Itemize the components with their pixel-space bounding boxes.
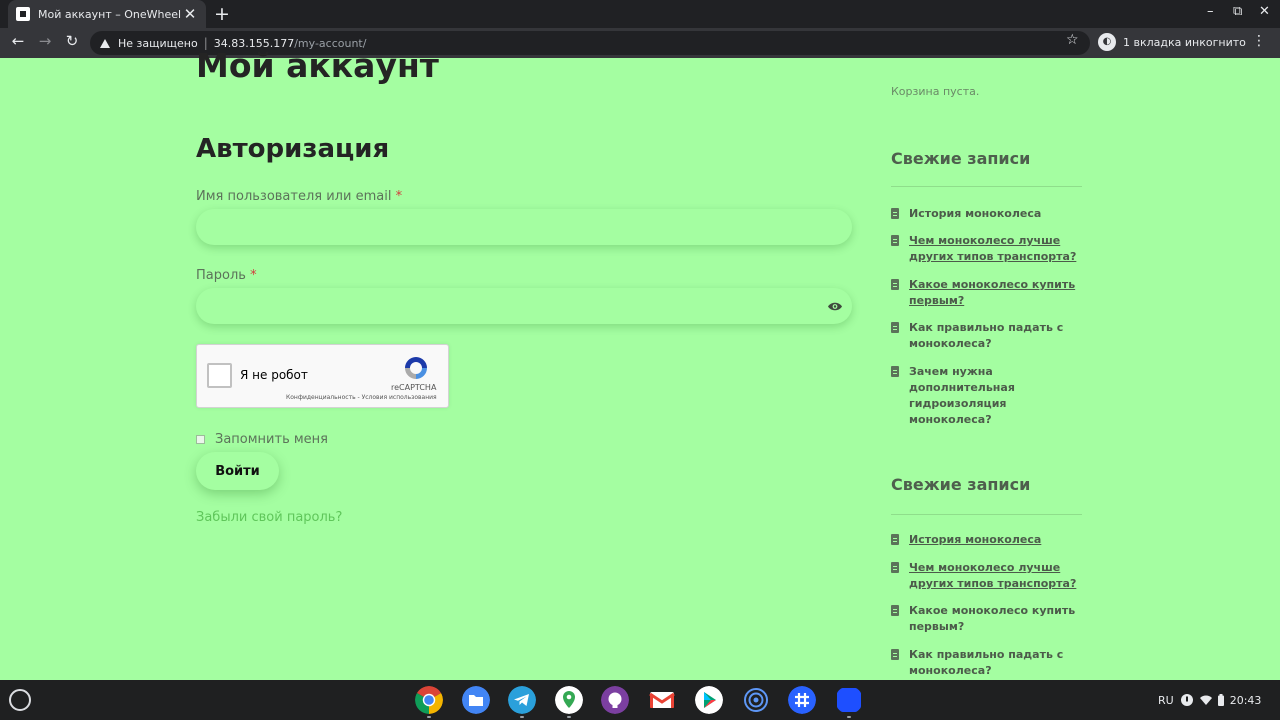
hashtag-app-icon[interactable]: [788, 686, 816, 714]
wifi-icon: [1199, 695, 1212, 705]
launcher-icon[interactable]: [9, 689, 31, 711]
gmail-icon[interactable]: [648, 686, 676, 714]
browser-titlebar: Мой аккаунт – OneWheel ✕ + – ⧉ ✕: [0, 0, 1280, 28]
incognito-label: 1 вкладка инкогнито: [1123, 35, 1246, 49]
post-document-icon: [891, 534, 899, 545]
post-document-icon: [891, 366, 899, 377]
maximize-icon[interactable]: ⧉: [1233, 4, 1242, 19]
tab-title: Мой аккаунт – OneWheel: [38, 7, 182, 21]
recent-post-link[interactable]: Какое моноколесо купить первым?: [909, 603, 1083, 635]
battery-icon: [1217, 694, 1224, 706]
running-indicator: [847, 716, 851, 718]
page-title: Мой аккаунт: [196, 46, 439, 85]
username-label: Имя пользователя или email *: [196, 189, 402, 204]
cart-empty-text: Корзина пуста.: [891, 85, 980, 98]
notification-icon: [1180, 694, 1193, 706]
recent-post-link[interactable]: Как правильно падать с моноколеса?: [909, 647, 1083, 679]
os-shelf: RU 20:43: [0, 680, 1280, 720]
login-button[interactable]: Войти: [196, 452, 279, 490]
recaptcha-label: Я не робот: [240, 368, 308, 382]
recent-post-link[interactable]: Чем моноколесо лучше других типов трансп…: [909, 560, 1083, 592]
recent-posts-title: Свежие записи: [891, 475, 1031, 494]
post-document-icon: [891, 235, 899, 246]
play-store-icon[interactable]: [695, 686, 723, 714]
chrome-icon[interactable]: [415, 686, 443, 714]
files-icon[interactable]: [462, 686, 490, 714]
username-input[interactable]: [196, 209, 852, 245]
incognito-icon: ◐: [1098, 33, 1116, 51]
recaptcha-terms[interactable]: Конфиденциальность - Условия использован…: [286, 394, 437, 401]
password-input[interactable]: [196, 288, 852, 324]
maps-icon[interactable]: [555, 686, 583, 714]
browser-toolbar: ← → ↻ Не защищено | 34.83.155.177 /my-ac…: [0, 28, 1280, 58]
tab-close-icon[interactable]: ✕: [182, 5, 198, 23]
password-label: Пароль *: [196, 268, 257, 283]
post-document-icon: [891, 649, 899, 660]
telegram-icon[interactable]: [508, 686, 536, 714]
widget-divider: [891, 514, 1082, 515]
not-secure-warning-icon: [100, 38, 110, 48]
username-label-text: Имя пользователя или email: [196, 189, 392, 204]
login-section-title: Авторизация: [196, 134, 390, 164]
recent-post-link[interactable]: Зачем нужна дополнительная гидроизоляция…: [909, 364, 1083, 428]
required-marker: *: [250, 268, 257, 283]
required-marker: *: [395, 189, 403, 204]
recaptcha-checkbox[interactable]: [207, 363, 232, 388]
recent-post-link[interactable]: История моноколеса: [909, 206, 1083, 222]
post-document-icon: [891, 605, 899, 616]
post-document-icon: [891, 562, 899, 573]
clock: 20:43: [1229, 693, 1262, 707]
post-document-icon: [891, 279, 899, 290]
show-password-eye-icon[interactable]: [827, 301, 843, 312]
minimize-icon[interactable]: –: [1207, 4, 1214, 19]
password-label-text: Пароль: [196, 268, 246, 283]
reload-icon[interactable]: ↻: [62, 32, 82, 50]
running-indicator: [427, 716, 431, 718]
recaptcha-logo-icon: [405, 357, 427, 379]
keyboard-language: RU: [1158, 693, 1174, 707]
browser-tab[interactable]: Мой аккаунт – OneWheel ✕: [8, 0, 206, 28]
recent-post-link[interactable]: Как правильно падать с моноколеса?: [909, 320, 1083, 352]
status-tray[interactable]: RU 20:43: [1152, 687, 1272, 713]
forgot-password-link[interactable]: Забыли свой пароль?: [196, 510, 342, 525]
running-indicator: [567, 716, 571, 718]
post-document-icon: [891, 322, 899, 333]
recent-post-link[interactable]: Какое моноколесо купить первым?: [909, 277, 1083, 309]
github-icon[interactable]: [601, 686, 629, 714]
recent-posts-title: Свежие записи: [891, 149, 1031, 168]
recaptcha-brand: reCAPTCHA: [391, 383, 437, 392]
cast-icon[interactable]: [742, 686, 770, 714]
recent-post-link[interactable]: Чем моноколесо лучше других типов трансп…: [909, 233, 1083, 265]
remember-me-label[interactable]: Запомнить меня: [215, 432, 328, 447]
recent-post-link[interactable]: История моноколеса: [909, 532, 1083, 548]
browser-menu-icon[interactable]: ⋮: [1252, 33, 1266, 49]
incognito-indicator[interactable]: ◐ 1 вкладка инкогнито: [1098, 33, 1246, 51]
widget-divider: [891, 186, 1082, 187]
new-tab-button[interactable]: +: [214, 3, 230, 25]
recaptcha-widget: Я не робот reCAPTCHA Конфиденциальность …: [196, 344, 449, 408]
site-favicon-icon: [16, 7, 30, 21]
forward-icon[interactable]: →: [35, 32, 55, 50]
running-indicator: [520, 716, 524, 718]
close-window-icon[interactable]: ✕: [1259, 4, 1270, 19]
blue-app-icon[interactable]: [835, 686, 863, 714]
post-document-icon: [891, 208, 899, 219]
security-label[interactable]: Не защищено: [118, 37, 198, 50]
back-icon[interactable]: ←: [8, 32, 28, 50]
bookmark-star-icon[interactable]: ☆: [1066, 32, 1079, 48]
remember-me-checkbox[interactable]: [196, 435, 205, 444]
